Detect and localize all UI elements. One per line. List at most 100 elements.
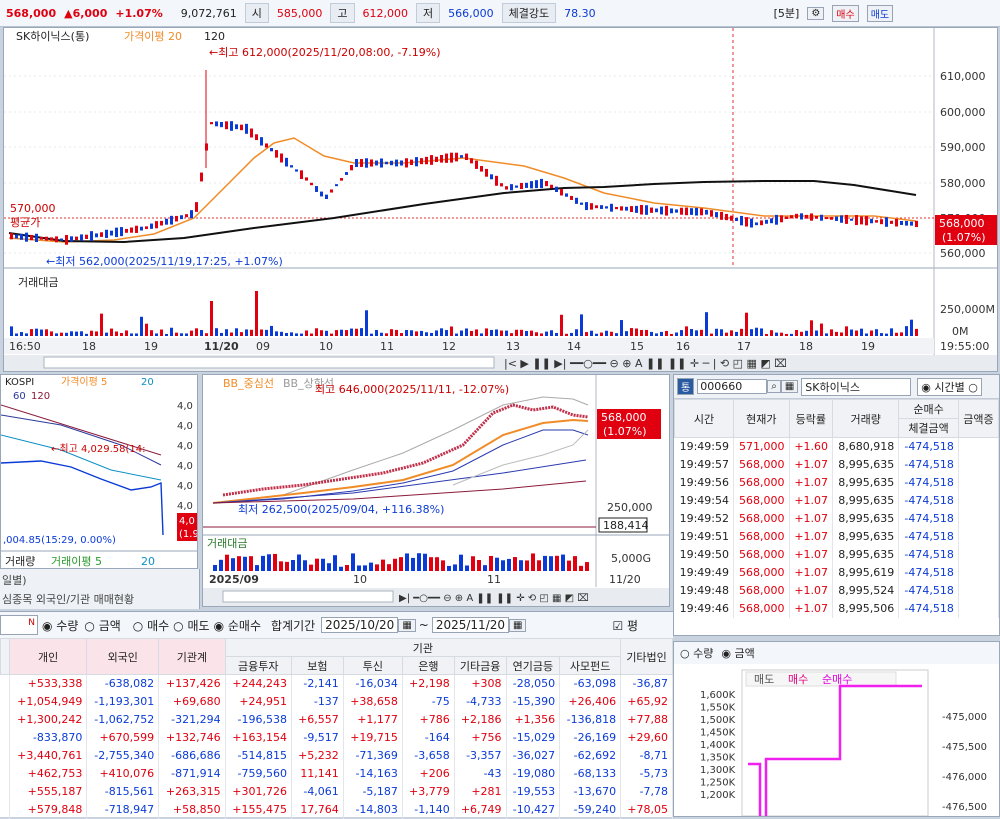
gear-icon[interactable]: ⚙ xyxy=(807,6,825,20)
investor-cell: +308 xyxy=(454,674,507,693)
investor-cell: -638,082 xyxy=(86,674,160,693)
date-to[interactable]: 2025/11/20 xyxy=(431,617,510,633)
investor-cell: +2,186 xyxy=(454,710,507,729)
trade-cell: +1.07 xyxy=(789,473,834,492)
bb-scrollbar[interactable] xyxy=(222,590,394,603)
table-row[interactable]: 19:49:56 568,000 +1.07 8,995,635 -474,518 xyxy=(674,473,1000,492)
candle xyxy=(905,220,908,226)
trade-cell: 568,000 xyxy=(733,491,790,510)
radio-net[interactable]: ◉ 순매수 xyxy=(214,617,261,634)
open-price: 585,000 xyxy=(276,6,323,20)
investor-cell: -43 xyxy=(454,764,507,783)
table-row[interactable]: 19:49:48 568,000 +1.07 8,995,524 -474,518 xyxy=(674,581,1000,600)
netbuy-radio-amt[interactable]: ◉ 금액 xyxy=(721,645,754,661)
table-row[interactable]: 19:49:54 568,000 +1.07 8,995,635 -474,518 xyxy=(674,491,1000,510)
volume-bar xyxy=(675,332,678,336)
table-row[interactable]: +579,848 -718,947 +58,850 +155,475 17,764 -14… xyxy=(0,800,673,819)
volume-bar xyxy=(770,330,773,336)
table-row[interactable]: +1,054,949 -1,193,301 +69,680 +24,951 -137 +3… xyxy=(0,692,673,711)
investor-cell: +2,198 xyxy=(402,674,455,693)
search-icon[interactable]: ⌕ xyxy=(767,380,781,393)
candle xyxy=(530,181,533,189)
volume-bar xyxy=(95,331,98,336)
investor-cell: +555,187 xyxy=(9,782,88,801)
svg-text:|< ▶ ❚❚ ▶| ━━○━━ ⊖ ⊕ A ❚❚ ❚❚ ✛: |< ▶ ❚❚ ▶| ━━○━━ ⊖ ⊕ A ❚❚ ❚❚ ✛ ─ | ⟲ ◰ ▦… xyxy=(504,357,787,370)
volume-bar xyxy=(230,332,233,336)
calendar-icon[interactable]: ▦ xyxy=(398,618,416,632)
volume-bar xyxy=(345,330,348,336)
volume-bar xyxy=(120,332,123,336)
avg-checkbox[interactable]: ☑ 평 xyxy=(612,617,638,634)
volume-bar xyxy=(300,333,303,336)
candle xyxy=(105,229,108,238)
candle xyxy=(85,234,88,239)
table-row[interactable]: 19:49:46 568,000 +1.07 8,995,506 -474,518 xyxy=(674,599,1000,618)
volume-bar xyxy=(705,312,708,336)
col-other-corp: 기타법인 xyxy=(620,638,673,675)
table-row[interactable]: +533,338 -638,082 +137,426 +244,243 -2,141 -1… xyxy=(0,674,673,693)
time-mode-radio[interactable]: ◉ 시간별 ○ xyxy=(917,377,982,396)
sell-button[interactable]: 매도 xyxy=(866,4,894,22)
chart-scrollbar[interactable] xyxy=(43,356,495,369)
interval-select[interactable]: [5분] xyxy=(774,5,800,21)
volume-bar xyxy=(910,319,913,336)
trade-cell: -474,518 xyxy=(898,527,959,546)
current-price: 568,000 xyxy=(6,6,57,20)
main-chart[interactable]: SK하이닉스(통) 가격이평 20 120 ←최고 612,000(2025/1… xyxy=(4,28,997,371)
table-row[interactable]: +3,440,761 -2,755,340 -686,686 -514,815 +5,2… xyxy=(0,746,673,765)
volume-bar xyxy=(579,565,583,571)
table-row[interactable]: 19:49:50 568,000 +1.07 8,995,635 -474,518 xyxy=(674,545,1000,564)
table-row[interactable]: 19:49:59 571,000 +1.60 8,680,918 -474,518 xyxy=(674,437,1000,456)
table-row[interactable]: 19:49:52 568,000 +1.07 8,995,635 -474,518 xyxy=(674,509,1000,528)
date-from[interactable]: 2025/10/20 xyxy=(321,617,399,633)
candle xyxy=(185,214,188,218)
tab-foreign-inst[interactable]: 심종목 외국인/기관 매매현황 xyxy=(0,589,199,609)
volume-bar xyxy=(231,558,235,571)
table-row[interactable]: 19:49:51 568,000 +1.07 8,995,635 -474,518 xyxy=(674,527,1000,546)
volume-title: 거래대금 xyxy=(18,276,58,289)
trades-panel: 통 000660 ⌕ ▦ SK하이닉스 ◉ 시간별 ○ 시간 현재가 등락률 거… xyxy=(673,374,1000,636)
volume-bar xyxy=(545,331,548,336)
tab-daily[interactable]: 일별) xyxy=(0,569,199,589)
unit-select[interactable]: N xyxy=(0,615,38,635)
investor-cell: +786 xyxy=(402,710,455,729)
table-row[interactable]: +462,753 +410,076 -871,914 -759,560 11,141 -1… xyxy=(0,764,673,783)
table-row[interactable]: +555,187 -815,561 +263,315 +301,726 -4,061 -5… xyxy=(0,782,673,801)
volume-bar xyxy=(519,560,523,571)
investor-cell: -136,818 xyxy=(559,710,622,729)
radio-sell[interactable]: ○ 매도 xyxy=(173,617,209,634)
radio-qty[interactable]: ◉ 수량 xyxy=(42,617,78,634)
row-marker xyxy=(0,782,10,801)
table-row[interactable]: +1,300,242 -1,062,752 -321,294 -196,538 +6,5… xyxy=(0,710,673,729)
candle xyxy=(665,205,668,216)
tong-icon[interactable]: 통 xyxy=(677,378,695,395)
chart-toolbar[interactable]: |< ▶ ❚❚ ▶| ━━○━━ ⊖ ⊕ A ❚❚ ❚❚ ✛ ─ | ⟲ ◰ ▦… xyxy=(504,357,787,370)
x-tick: 18 xyxy=(799,340,813,353)
investor-cell: -75 xyxy=(402,692,455,711)
netbuy-radio-qty[interactable]: ○ 수량 xyxy=(680,645,713,661)
bb-chart[interactable]: BB_중심선 BB_상한선 최고 646,000(2025/11/11, -12… xyxy=(203,375,669,606)
bb-x-tick: 2025/09 xyxy=(209,573,259,586)
chart-icon[interactable]: ▦ xyxy=(780,380,799,393)
investor-cell: +26,406 xyxy=(559,692,622,711)
candle xyxy=(855,215,858,226)
candle xyxy=(585,202,588,211)
table-row[interactable]: 19:49:57 568,000 +1.07 8,995,635 -474,518 xyxy=(674,455,1000,474)
candle xyxy=(840,215,843,223)
volume-bar xyxy=(670,333,673,336)
bb-low: 최저 262,500(2025/09/04, +116.38%) xyxy=(238,503,444,516)
calendar-icon[interactable]: ▦ xyxy=(509,618,527,632)
radio-amt[interactable]: ○ 금액 xyxy=(84,617,120,634)
candle xyxy=(235,124,238,130)
table-row[interactable]: -833,870 +670,599 +132,746 +163,154 -9,517 +1… xyxy=(0,728,673,747)
bb-toolbar[interactable]: ▶| ━○━━ ⊖ ⊕ A ❚❚ ❚❚ ✛ ⟲ ◰ ▦ ◩ ⌧ xyxy=(399,593,589,604)
investor-cell: -16,034 xyxy=(343,674,403,693)
kospi-chart[interactable]: KOSPI 가격이평 5 20 60 120 ←최고 4,029.58(14: … xyxy=(0,375,199,568)
candle xyxy=(260,137,263,146)
x-tick: 09 xyxy=(256,340,270,353)
candle xyxy=(30,234,33,241)
code-input[interactable]: 000660 xyxy=(697,379,768,394)
buy-button[interactable]: 매수 xyxy=(832,4,859,22)
table-row[interactable]: 19:49:49 568,000 +1.07 8,995,619 -474,518 xyxy=(674,563,1000,582)
radio-buy[interactable]: ○ 매수 xyxy=(133,617,169,634)
